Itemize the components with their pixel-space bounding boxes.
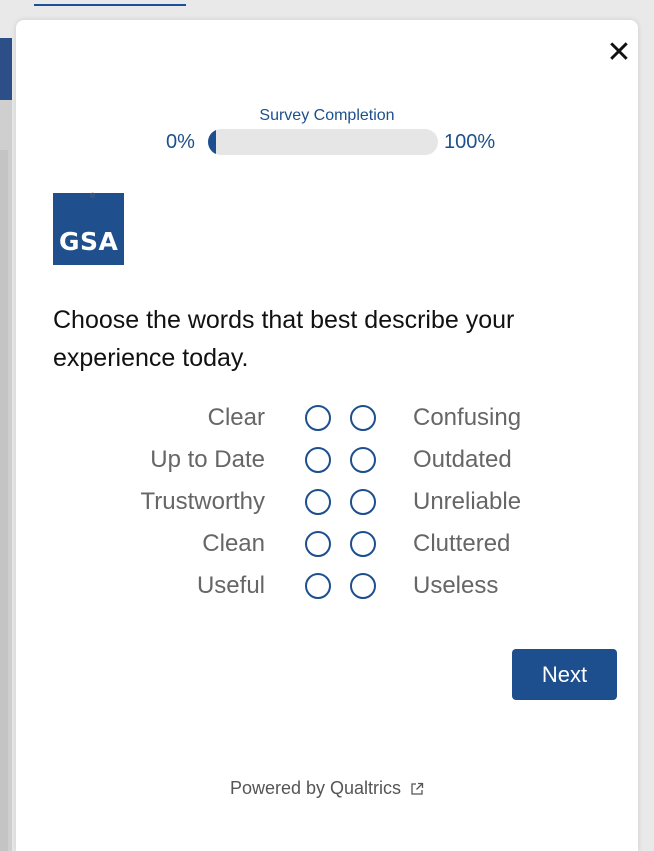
positive-label: Useful bbox=[196, 572, 265, 599]
question-text: Choose the words that best describe your… bbox=[53, 306, 515, 372]
progress-title: Survey Completion bbox=[259, 107, 395, 124]
negative-label: Unreliable bbox=[413, 488, 522, 515]
word-pair-row: Up to Date Outdated bbox=[16, 443, 638, 485]
word-pair-row: Clean Cluttered bbox=[16, 527, 638, 569]
progress-bar bbox=[208, 129, 438, 155]
powered-by-link[interactable]: Powered by Qualtrics bbox=[16, 778, 638, 799]
progress-end-label: 100% bbox=[444, 130, 496, 153]
logo-registered-mark: ® bbox=[90, 193, 96, 200]
negative-radio[interactable] bbox=[350, 489, 376, 515]
positive-radio[interactable] bbox=[305, 405, 331, 431]
gsa-logo: GSA bbox=[53, 193, 124, 265]
close-icon[interactable]: ✕ bbox=[604, 38, 634, 68]
positive-radio[interactable] bbox=[305, 531, 331, 557]
negative-radio[interactable] bbox=[350, 405, 376, 431]
negative-label: Useless bbox=[413, 572, 499, 599]
positive-radio[interactable] bbox=[305, 489, 331, 515]
word-pair-row: Trustworthy Unreliable bbox=[16, 485, 638, 527]
survey-modal: ✕ Survey Completion 0% 100% GSA ® Choose… bbox=[16, 20, 638, 851]
positive-label: Trustworthy bbox=[140, 488, 265, 515]
word-pair-list: Clear Confusing Up to Date Outdated Trus… bbox=[16, 401, 638, 611]
background-sidebar-shadow bbox=[0, 150, 8, 851]
powered-by-label: Powered by Qualtrics bbox=[229, 778, 402, 798]
negative-label: Cluttered bbox=[413, 530, 511, 557]
negative-label: Outdated bbox=[413, 446, 512, 473]
background-header-fragment bbox=[0, 38, 12, 100]
positive-radio[interactable] bbox=[305, 573, 331, 599]
negative-radio[interactable] bbox=[350, 447, 376, 473]
logo-text: GSA bbox=[59, 227, 119, 256]
negative-label: Confusing bbox=[413, 404, 522, 431]
progress-start-label: 0% bbox=[166, 130, 195, 153]
word-pair-row: Useful Useless bbox=[16, 569, 638, 611]
negative-radio[interactable] bbox=[350, 531, 376, 557]
positive-radio[interactable] bbox=[305, 447, 331, 473]
progress-bar-fill bbox=[208, 129, 216, 155]
positive-label: Clean bbox=[202, 530, 265, 557]
positive-label: Clear bbox=[207, 404, 265, 431]
background-link bbox=[34, 0, 186, 6]
external-link-icon bbox=[411, 782, 424, 795]
negative-radio[interactable] bbox=[350, 573, 376, 599]
next-button[interactable]: Next bbox=[512, 649, 617, 700]
positive-label: Up to Date bbox=[150, 446, 265, 473]
progress-bar-row: 0% 100% bbox=[166, 129, 506, 155]
word-pair-row: Clear Confusing bbox=[16, 401, 638, 443]
